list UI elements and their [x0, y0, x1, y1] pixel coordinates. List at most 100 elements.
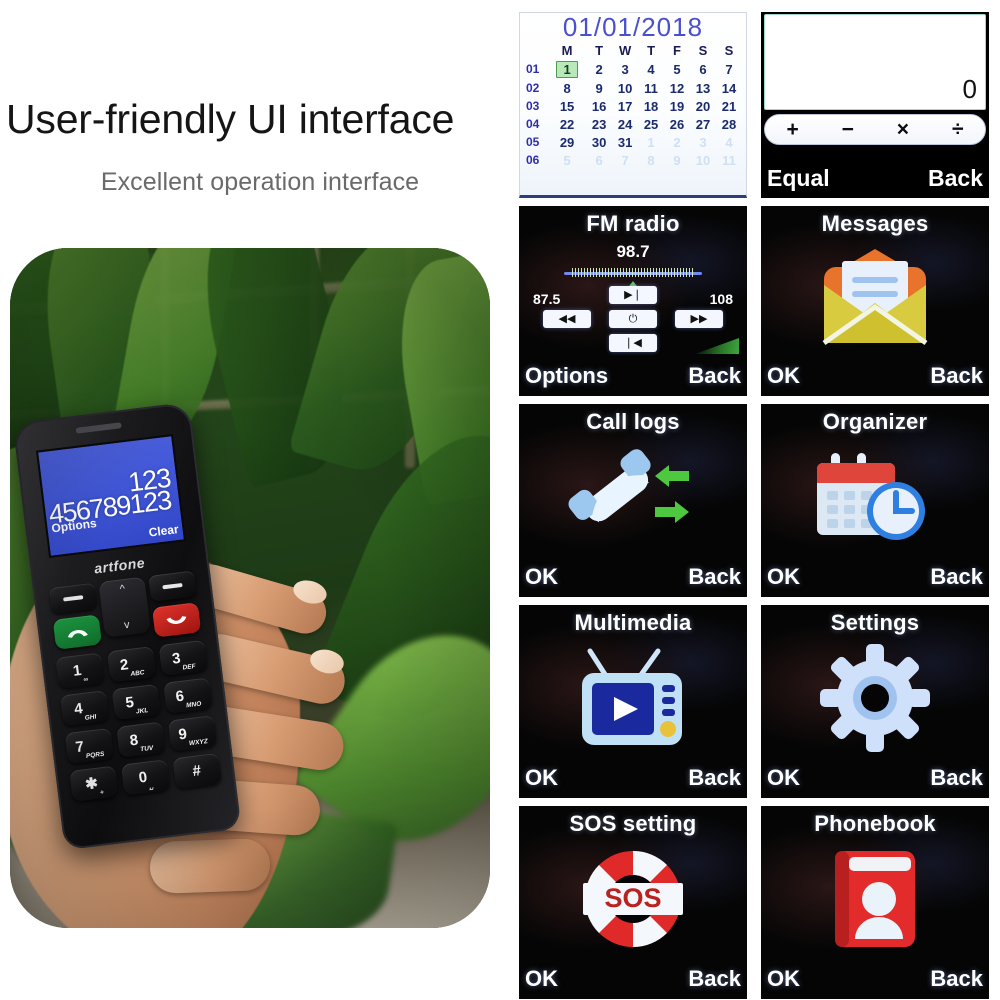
softkey-right[interactable]: Back	[688, 966, 741, 992]
calendar-day[interactable]: 2	[586, 59, 612, 79]
calendar-day[interactable]: 7	[716, 59, 742, 79]
key-digit: 9	[177, 725, 188, 744]
calendar-day[interactable]: 3	[612, 59, 638, 79]
softkey-bar: OK Back	[519, 959, 747, 999]
key-digit: 8	[128, 731, 140, 750]
screen-organizer[interactable]: Organizer OK Back	[761, 404, 989, 597]
softkey-left[interactable]: OK	[525, 966, 558, 992]
calendar-day[interactable]: 12	[664, 79, 690, 97]
calendar-day[interactable]: 20	[690, 97, 716, 115]
navigation-pad: ^ v	[98, 576, 151, 638]
calendar-day[interactable]: 19	[664, 97, 690, 115]
calendar-week-row: 04 22 23 24 25 26 27 28	[524, 115, 742, 133]
screen-multimedia[interactable]: Multimedia OK Back	[519, 605, 747, 798]
calendar-day[interactable]: 14	[716, 79, 742, 97]
softkey-right[interactable]: Back	[930, 564, 983, 590]
fm-power-button[interactable]: ⏻	[609, 310, 657, 328]
right-softkey-button	[148, 570, 197, 602]
screen-fm-radio[interactable]: FM radio 98.7 87.5 108 ▶❘ ◀◀ ⏻ ▶▶ ❘◀ Opt…	[519, 206, 747, 396]
panel-title: FM radio	[586, 211, 680, 236]
calendar-day-outside: 2	[673, 134, 681, 150]
key-9: 9 WXYZ	[167, 715, 218, 752]
calendar-day[interactable]: 25	[638, 115, 664, 133]
calendar-day[interactable]: 22	[548, 115, 586, 133]
softkey-left[interactable]: OK	[525, 765, 558, 791]
softkey-right[interactable]: Back	[930, 765, 983, 791]
softkey-right[interactable]: Back	[688, 765, 741, 791]
fm-tuning-bar[interactable]	[564, 268, 702, 290]
softkey-left[interactable]: Options	[525, 363, 608, 389]
calendar-day[interactable]: 23	[586, 115, 612, 133]
screen-settings[interactable]: Settings OK Back	[761, 605, 989, 798]
key-letters: MNO	[185, 700, 202, 709]
chevron-up-icon: ^	[119, 583, 126, 596]
key-6: 6 MNO	[163, 677, 213, 714]
calendar-day[interactable]: 8	[548, 79, 586, 97]
softkey-right[interactable]: Back	[928, 165, 983, 192]
screen-calculator[interactable]: 0 + − × ÷ Equal Back	[761, 12, 989, 198]
softkey-left[interactable]: OK	[525, 564, 558, 590]
softkey-right[interactable]: Back	[688, 564, 741, 590]
calendar-day[interactable]: 10	[612, 79, 638, 97]
key-hash: #	[172, 752, 222, 790]
calendar-day[interactable]: 26	[664, 115, 690, 133]
operator-multiply-button[interactable]: ×	[897, 118, 909, 142]
key-letters: GHI	[84, 712, 97, 722]
calendar-day[interactable]: 29	[548, 133, 586, 151]
softkey-left[interactable]: OK	[767, 966, 800, 992]
calendar-day[interactable]: 28	[716, 115, 742, 133]
softkey-right[interactable]: Back	[930, 966, 983, 992]
softkey-left[interactable]: Equal	[767, 165, 830, 192]
operator-divide-button[interactable]: ÷	[952, 118, 964, 142]
screen-call-logs[interactable]: Call logs OK Back	[519, 404, 747, 597]
weekday-header: S	[698, 43, 708, 59]
calendar-day[interactable]: 21	[716, 97, 742, 115]
calendar-day[interactable]: 5	[664, 59, 690, 79]
fm-ticks	[572, 268, 694, 277]
screen-calendar[interactable]: 01/01/2018 M T W T F S S 01 1 2 3 4 5 6 …	[519, 12, 747, 198]
softkey-left[interactable]: OK	[767, 564, 800, 590]
weekday-header: T	[595, 43, 604, 59]
week-number: 01	[526, 62, 540, 77]
sos-label: SOS	[604, 883, 661, 913]
softkey-bar: OK Back	[761, 959, 989, 999]
screen-sos-setting[interactable]: SOS setting SOS OK Back	[519, 806, 747, 999]
calendar-day[interactable]: 4	[638, 59, 664, 79]
week-number: 06	[526, 153, 540, 168]
softkey-left[interactable]: OK	[767, 363, 800, 389]
calendar-day[interactable]: 17	[612, 97, 638, 115]
calendar-day-outside: 8	[647, 152, 655, 168]
operator-minus-button[interactable]: −	[842, 118, 854, 142]
key-digit: #	[191, 762, 202, 781]
softkey-bar: Options Back	[519, 356, 747, 396]
fm-previous-track-button[interactable]: ❘◀	[609, 334, 657, 352]
calendar-day[interactable]: 27	[690, 115, 716, 133]
softkey-left[interactable]: OK	[767, 765, 800, 791]
fm-range-min: 87.5	[533, 291, 561, 307]
calendar-day[interactable]: 9	[586, 79, 612, 97]
calendar-day[interactable]: 24	[612, 115, 638, 133]
calendar-day[interactable]: 16	[586, 97, 612, 115]
calendar-day[interactable]: 18	[638, 97, 664, 115]
key-2: 2 ABC	[106, 646, 157, 683]
softkey-right[interactable]: Back	[930, 363, 983, 389]
calendar-day[interactable]: 31	[612, 133, 638, 151]
calendar-day[interactable]: 11	[638, 79, 664, 97]
screen-phonebook[interactable]: Phonebook OK Back	[761, 806, 989, 999]
calendar-day[interactable]: 13	[690, 79, 716, 97]
screen-messages[interactable]: Messages OK Back	[761, 206, 989, 396]
key-letters: WXYZ	[188, 737, 209, 747]
fm-next-button[interactable]: ▶▶	[675, 310, 723, 328]
operator-plus-button[interactable]: +	[786, 118, 798, 142]
calculator-display[interactable]: 0	[764, 14, 986, 110]
key-4: 4 GHI	[59, 690, 110, 727]
fm-prev-button[interactable]: ◀◀	[543, 310, 591, 328]
fm-frequency-readout: 98.7	[616, 242, 650, 261]
softkey-right[interactable]: Back	[688, 363, 741, 389]
calendar-day[interactable]: 6	[690, 59, 716, 79]
fm-play-button[interactable]: ▶❘	[609, 286, 657, 304]
calendar-day[interactable]: 30	[586, 133, 612, 151]
calendar-day-selected[interactable]: 1	[548, 59, 586, 79]
calendar-day[interactable]: 15	[548, 97, 586, 115]
chevron-down-icon: v	[123, 618, 131, 632]
